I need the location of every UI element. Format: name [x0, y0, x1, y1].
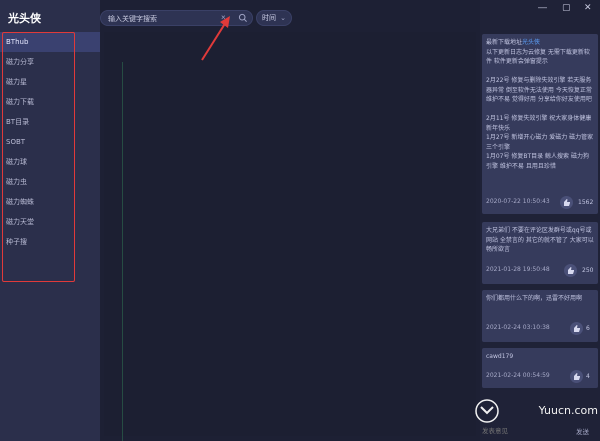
sidebar-item-bt-mulu[interactable]: BT目录 — [0, 112, 100, 132]
thumbs-up-icon — [564, 199, 570, 206]
sidebar-item-cili-zhizhu[interactable]: 磁力蜘蛛 — [0, 192, 100, 212]
sort-select[interactable]: 时间 ⌄ — [256, 10, 292, 26]
sidebar-item-cili-xiazai[interactable]: 磁力下载 — [0, 92, 100, 112]
like-count: 4 — [586, 373, 590, 380]
app-title: 光头侠 — [8, 12, 41, 25]
sidebar-item-cili-xing[interactable]: 磁力星 — [0, 72, 100, 92]
download-link[interactable]: 光头侠 — [522, 39, 540, 46]
notice-card: 你们都用什么下的啊，迅雷不好用啊 2021-02-24 03:10:38 6 — [482, 290, 598, 342]
sidebar-item-cili-chong[interactable]: 磁力虫 — [0, 172, 100, 192]
watermark-text: Yuucn.com — [538, 404, 598, 417]
sidebar-item-zhongzi-sou[interactable]: 种子搜 — [0, 232, 100, 252]
close-icon[interactable]: ✕ — [584, 2, 592, 13]
thumbs-up-icon — [568, 267, 574, 274]
notice-date: 2020-07-22 10:50:43 — [486, 198, 550, 205]
notice-text: cawd179 — [486, 353, 514, 360]
notice-text: 大兄弟们 不要在评论区发群号或qq号或网站 全禁言的 其它的就不管了 大家可以畅… — [486, 227, 594, 253]
notice-text-prefix: 最新下载地址 — [486, 39, 523, 46]
like-count: 6 — [586, 325, 590, 332]
maximize-icon[interactable]: ▢ — [562, 2, 571, 13]
thumbs-up-icon — [574, 373, 580, 380]
sidebar-item-cili-qiu[interactable]: 磁力球 — [0, 152, 100, 172]
notice-text: 最新下载地址光头侠 以下更新日志为云修复 无需下载更新软件 软件更新会弹窗提示 … — [486, 38, 594, 171]
like-count: 250 — [582, 267, 594, 274]
like-button[interactable] — [570, 370, 583, 383]
annotation-arrow-icon — [201, 16, 230, 61]
notice-card: cawd179 2021-02-24 00:54:59 4 — [482, 348, 598, 388]
sidebar-item-cili-tiantang[interactable]: 磁力天堂 — [0, 212, 100, 232]
like-button[interactable] — [564, 264, 577, 277]
send-button[interactable]: 发送 — [576, 426, 589, 436]
sidebar-item-bthub[interactable]: BThub — [0, 32, 100, 52]
sidebar: 光头侠 BThub 磁力分享 磁力星 磁力下载 BT目录 SOBT 磁力球 磁力… — [0, 0, 100, 441]
notice-card: 最新下载地址光头侠 以下更新日志为云修复 无需下载更新软件 软件更新会弹窗提示 … — [482, 34, 598, 214]
notice-text-body: 以下更新日志为云修复 无需下载更新软件 软件更新会弹窗提示 2月22号 修复与删… — [486, 48, 594, 170]
notice-card: 大兄弟们 不要在评论区发群号或qq号或网站 全禁言的 其它的就不管了 大家可以畅… — [482, 222, 598, 284]
site-list: BThub 磁力分享 磁力星 磁力下载 BT目录 SOBT 磁力球 磁力虫 磁力… — [0, 32, 100, 252]
notice-date: 2021-01-28 19:50:48 — [486, 266, 550, 273]
like-count: 1562 — [578, 199, 594, 206]
minimize-icon[interactable]: — — [538, 2, 547, 12]
results-panel — [104, 32, 476, 441]
sort-select-label: 时间 — [262, 14, 276, 22]
like-button[interactable] — [560, 196, 573, 209]
thumbs-up-icon — [574, 325, 580, 332]
sidebar-item-sobt[interactable]: SOBT — [0, 132, 100, 152]
loading-line — [122, 62, 123, 441]
notice-text: 你们都用什么下的啊，迅雷不好用啊 — [486, 295, 583, 302]
main-area: × 时间 ⌄ — [100, 0, 480, 441]
notice-panel: — ▢ ✕ 最新下载地址光头侠 以下更新日志为云修复 无需下载更新软件 软件更新… — [480, 0, 600, 441]
notice-date: 2021-02-24 00:54:59 — [486, 372, 550, 379]
chevron-down-icon: ⌄ — [280, 14, 286, 22]
like-button[interactable] — [570, 322, 583, 335]
notice-date: 2021-02-24 03:10:38 — [486, 324, 550, 331]
sidebar-item-cili-fenxiang[interactable]: 磁力分享 — [0, 52, 100, 72]
